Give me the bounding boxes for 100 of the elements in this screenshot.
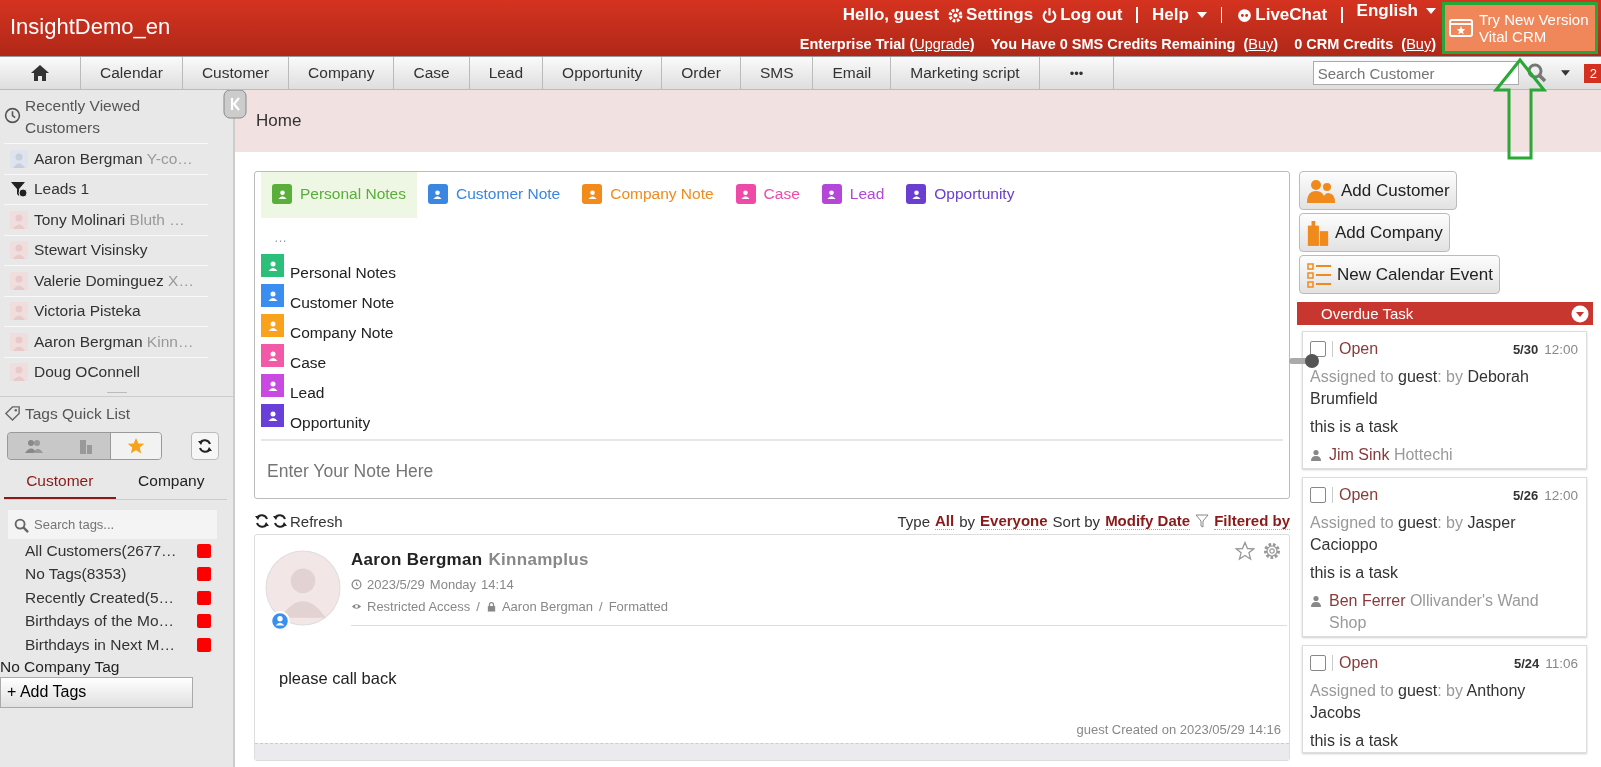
more-menu[interactable]: ••• [1039,57,1115,89]
customer-name-link[interactable]: Aaron Bergman [351,550,483,570]
search-icon[interactable] [1526,63,1547,83]
up-arrow-icon [1493,57,1547,161]
tag-link[interactable]: No Tags(8353) [25,565,127,584]
format-text: Formatted [608,599,668,614]
upgrade-link[interactable]: Upgrade [914,36,970,52]
sort-link[interactable]: Modify Date [1105,512,1191,530]
nav-tab[interactable]: Email [813,57,892,89]
owner-filter-link[interactable]: Everyone [980,512,1048,530]
tag-marker [197,567,211,582]
task-date: 5/26 [1512,487,1539,503]
tag-link[interactable]: Recently Created(5… [25,588,175,607]
star-icon [127,437,145,455]
recent-customer-link[interactable]: Aaron Bergman Kinn… [34,332,194,351]
no-company-tag-text: No Company Tag [0,657,121,676]
tag-link[interactable]: Birthdays in Next M… [25,635,175,654]
recent-customer-link[interactable]: Aaron Bergman Y-co… [34,149,193,168]
ellipsis-text: … [273,229,288,247]
task-time: 12:00 [1544,487,1578,503]
avatar-icon [10,241,28,260]
toggle-handle-icon[interactable] [1288,353,1322,369]
star-icon[interactable] [1235,541,1255,561]
nav-tab[interactable]: Calendar [81,57,183,89]
task-contact-link[interactable]: Jim Sink Hottechi [1329,444,1453,466]
task-time: 12:00 [1544,341,1578,357]
notification-badge[interactable]: 2 [1583,63,1601,83]
nav-tab[interactable]: Opportunity [543,57,663,89]
type-filter-link[interactable]: All [935,512,955,530]
logout-link[interactable]: Log out [1041,5,1123,25]
add-tags-button[interactable]: + Add Tags [0,676,193,708]
note-date: 2023/5/29 [367,577,425,592]
recent-customer-link[interactable]: Victoria Pisteka [34,302,141,321]
task-text: this is a task [1310,732,1400,750]
task-contact-link[interactable]: Ben Ferrer Ollivander's Wand Shop [1329,590,1578,634]
refresh-icon [197,438,213,454]
chat-icon [1236,6,1254,24]
funnel-icon [1195,514,1210,528]
recent-customer-link[interactable]: Tony Molinari Bluth … [34,210,185,229]
tag-link[interactable]: All Customers(2677… [25,541,177,560]
tag-marker [197,543,211,558]
nav-tab[interactable]: Marketing script [891,57,1040,89]
task-date: 5/30 [1512,341,1539,357]
task-assignment: Assigned to guest: by Jasper Cacioppo [1310,513,1517,555]
tag-tab[interactable]: Company [115,468,227,499]
collapse-icon[interactable] [223,90,247,120]
tag-tab[interactable]: Customer [4,468,116,499]
filtered-by-link[interactable]: Filtered by [1214,512,1290,530]
nav-tab[interactable]: Case [394,57,470,89]
note-type-option[interactable]: Company Note [290,324,394,342]
livechat-link[interactable]: LiveChat [1236,5,1328,25]
help-menu[interactable]: Help [1151,5,1207,25]
people-icon [23,439,44,453]
power-icon [1041,6,1059,24]
search-customer-field[interactable]: Search Customer [1312,61,1519,85]
nav-tab[interactable]: Lead [469,57,544,89]
note-type-option[interactable]: Opportunity [290,414,371,432]
task-status: Open [1339,654,1380,672]
task-status: Open [1339,340,1380,358]
note-type-tab[interactable]: Lead [810,172,896,218]
recent-customer-link[interactable]: Valerie Dominguez X… [34,271,194,290]
note-type-option[interactable]: Case [290,354,327,372]
task-date: 5/24 [1513,655,1540,671]
settings-link[interactable]: Settings [947,5,1034,25]
refresh-button[interactable] [191,432,219,460]
settings-icon[interactable] [1262,541,1282,561]
buy-link[interactable]: Buy [1248,36,1274,52]
company-name: Kinnamplus [488,550,589,570]
nav-tab[interactable]: SMS [740,57,814,89]
refresh-link[interactable]: Refresh [254,512,343,530]
dropdown-icon[interactable] [1571,304,1589,323]
lock-icon [485,601,497,612]
recent-lead-link[interactable]: Leads 1 [34,180,90,199]
tag-marker [197,614,211,629]
note-type-option[interactable]: Personal Notes [290,264,396,282]
nav-tab[interactable]: Customer [182,57,290,89]
note-type-option[interactable]: Customer Note [290,294,395,312]
action-button[interactable]: Add Company [1299,213,1450,252]
task-assignment: Assigned to guest: by Anthony Jacobs [1310,681,1527,723]
breadcrumb: Home [256,111,302,131]
note-type-option[interactable]: Lead [290,384,325,402]
note-time: 14:14 [481,577,514,592]
task-checkbox[interactable] [1310,487,1326,503]
task-checkbox[interactable] [1310,655,1326,671]
search-tags-field[interactable]: Search tags... [8,510,217,539]
task-text: this is a task [1310,564,1400,582]
language-menu[interactable]: English [1356,1,1436,21]
recent-customer-link[interactable]: Doug OConnell [34,363,140,382]
task-text: this is a task [1310,418,1400,436]
star-toggle[interactable] [110,433,161,459]
note-type-tab[interactable]: Opportunity [895,172,1026,218]
recent-customer-link[interactable]: Stewart Visinsky [34,241,148,260]
nav-tab[interactable]: Company [289,57,395,89]
tag-link[interactable]: Birthdays of the Mo… [25,612,175,631]
action-button[interactable]: Add Customer [1299,171,1457,210]
nav-tab[interactable]: Order [662,57,741,89]
caret-icon[interactable] [1560,70,1570,76]
note-type-tab[interactable]: Customer Note [417,172,572,218]
buy-link[interactable]: Buy [1406,36,1432,52]
action-button[interactable]: New Calendar Event [1299,255,1500,294]
